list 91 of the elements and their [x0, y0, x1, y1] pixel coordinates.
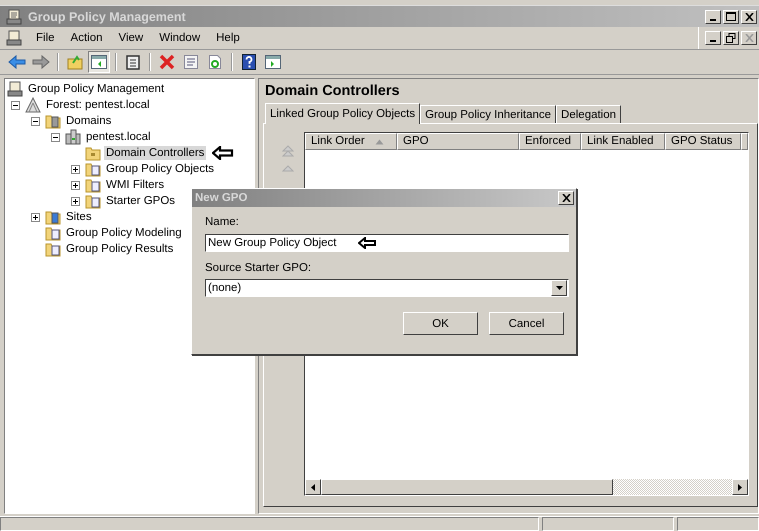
column-header[interactable]: GPO Status [665, 133, 741, 150]
dialog-button[interactable]: OK [403, 312, 478, 335]
tree-item[interactable]: Group Policy Management [26, 82, 166, 96]
action-pane-icon [265, 55, 281, 69]
minimize-icon [710, 40, 716, 42]
restore-icon [726, 33, 736, 43]
pane-title: Domain Controllers [264, 83, 401, 101]
close-button[interactable] [741, 31, 757, 45]
help-icon [242, 54, 256, 70]
column-header[interactable] [741, 133, 748, 150]
column-header[interactable]: Link Enabled [581, 133, 665, 150]
console-icon [7, 81, 23, 97]
tab[interactable]: Delegation [556, 105, 622, 123]
scrollbar-thumb[interactable] [321, 479, 613, 495]
collapse-icon[interactable] [11, 100, 20, 110]
tree-item[interactable]: WMI Filters [104, 178, 166, 192]
close-icon [562, 194, 570, 202]
menu-item[interactable]: View [110, 32, 152, 44]
delete-icon [159, 54, 175, 70]
folder-icon [45, 225, 61, 241]
close-button[interactable] [558, 191, 574, 205]
triangle-icon [25, 97, 41, 113]
sort-arrow-icon [374, 138, 384, 144]
folder-icon [45, 113, 61, 129]
dialog-button[interactable]: Cancel [489, 312, 564, 335]
left-arrow-icon [311, 484, 315, 490]
tree-item[interactable]: pentest.local [84, 130, 153, 144]
expand-icon[interactable] [71, 164, 80, 174]
dialog-title: New GPO [195, 192, 248, 204]
close-icon [744, 34, 754, 42]
arrow-icon [358, 237, 376, 249]
column-header[interactable]: GPO [397, 133, 519, 150]
folder-icon [85, 193, 101, 209]
tab[interactable]: Group Policy Inheritance [420, 105, 556, 123]
minimize-button[interactable] [705, 31, 721, 45]
right-arrow-icon [738, 484, 742, 490]
maximize-button[interactable] [723, 10, 739, 24]
forward-arrow-icon [32, 54, 50, 70]
clipboard-icon [126, 54, 140, 70]
field-label: Name: [205, 216, 240, 230]
scroll-right-button[interactable] [732, 479, 748, 495]
folder-icon [45, 241, 61, 257]
properties-icon [183, 54, 199, 70]
tree-item[interactable]: Sites [64, 210, 94, 224]
column-header[interactable]: Link Order [305, 133, 397, 150]
menu-item[interactable]: File [28, 32, 63, 44]
tree-pane-icon [91, 55, 107, 69]
folder-icon [85, 145, 101, 161]
menu-item[interactable]: Help [208, 32, 248, 44]
restore-button[interactable] [723, 31, 739, 45]
caret-icon [556, 286, 562, 290]
close-icon [744, 12, 754, 20]
up-folder-icon [67, 54, 83, 70]
collapse-icon[interactable] [51, 132, 60, 142]
close-button[interactable] [741, 10, 757, 24]
console-icon [6, 30, 22, 46]
maximize-icon [726, 12, 736, 21]
tree-item[interactable]: Group Policy Results [64, 242, 176, 256]
console-icon [6, 8, 22, 24]
folder-icon [85, 161, 101, 177]
refresh-icon [208, 54, 222, 70]
name-field[interactable]: New Group Policy Object [205, 234, 569, 252]
field-label: Source Starter GPO: [205, 262, 312, 276]
back-arrow-icon [8, 54, 26, 70]
move-up-icon [281, 144, 295, 158]
collapse-icon[interactable] [31, 116, 40, 126]
tree-item[interactable]: Starter GPOs [104, 194, 178, 208]
minimize-button[interactable] [705, 10, 721, 24]
tab[interactable]: Linked Group Policy Objects [265, 103, 420, 124]
scroll-left-button[interactable] [305, 479, 321, 495]
minimize-icon [710, 18, 716, 20]
dropdown[interactable]: (none) [205, 279, 569, 297]
arrow-icon [212, 146, 234, 160]
tree-item[interactable]: Group Policy Objects [104, 162, 216, 176]
dropdown-button[interactable] [551, 280, 567, 296]
window-title: Group Policy Management [28, 10, 187, 24]
menu-item[interactable]: Action [62, 32, 110, 44]
tree-item[interactable]: Domains [64, 114, 114, 128]
column-header[interactable]: Enforced [519, 133, 581, 150]
scrollbar[interactable] [305, 479, 748, 495]
tree-item[interactable]: Forest: pentest.local [44, 98, 152, 112]
expand-icon[interactable] [31, 212, 40, 222]
expand-icon[interactable] [71, 180, 80, 190]
expand-icon[interactable] [71, 196, 80, 206]
folder-icon [85, 177, 101, 193]
move-up-icon [281, 164, 295, 172]
server-icon [65, 129, 81, 145]
folder-icon [45, 209, 61, 225]
menu-item[interactable]: Window [151, 32, 208, 44]
tree-item[interactable]: Domain Controllers [104, 146, 206, 160]
tree-item[interactable]: Group Policy Modeling [64, 226, 184, 240]
